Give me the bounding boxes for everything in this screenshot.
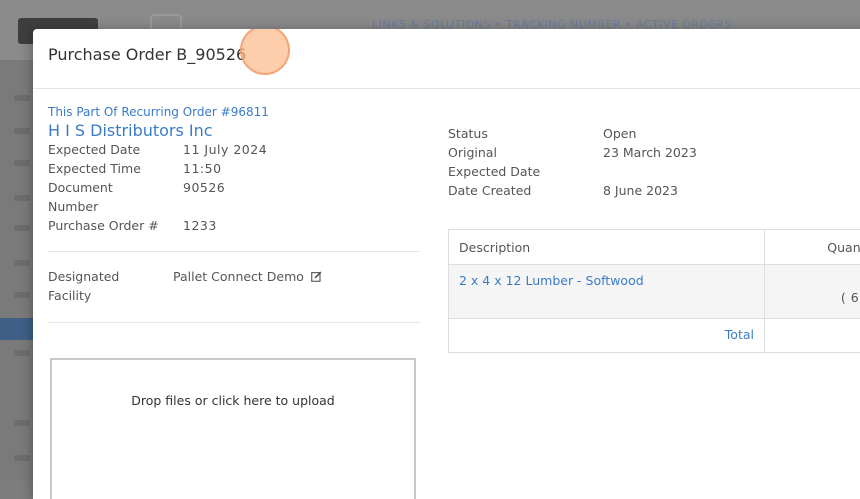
detail-label: Expected Time <box>48 161 141 176</box>
status-label: Status <box>448 126 488 141</box>
modal-header: Purchase Order B_90526 <box>33 29 860 89</box>
item-description-link[interactable]: 2 x 4 x 12 Lumber - Softwood <box>449 265 765 318</box>
column-header-description: Description <box>449 230 765 264</box>
status-row: Date Created 8 June 2023 <box>448 181 860 200</box>
detail-row: Purchase Order # 1233 <box>48 216 420 235</box>
detail-label: Document Number <box>48 180 113 214</box>
detail-row: Document Number 90526 <box>48 178 420 216</box>
divider <box>48 251 420 252</box>
sidebar-item <box>14 292 30 298</box>
table-footer: Total <box>449 319 860 352</box>
detail-row: Expected Time 11:50 <box>48 159 420 178</box>
table-row: 2 x 4 x 12 Lumber - Softwood ( 6.( <box>449 265 860 319</box>
order-details: This Part Of Recurring Order #96811 H I … <box>48 105 420 323</box>
order-status: Status Open Original Expected Date 23 Ma… <box>448 124 860 200</box>
sidebar <box>0 60 34 481</box>
file-dropzone[interactable]: Drop files or click here to upload <box>50 358 416 499</box>
detail-row: Expected Date 11 July 2024 <box>48 140 420 159</box>
detail-value: 90526 <box>183 180 226 195</box>
facility-value-wrap: Pallet Connect Demo <box>173 267 322 305</box>
sidebar-item <box>14 225 30 231</box>
column-header-quantity: Quanti <box>827 240 860 255</box>
sidebar-item <box>14 420 30 426</box>
recurring-order-link[interactable]: This Part Of Recurring Order #96811 <box>48 105 420 119</box>
sidebar-item <box>14 260 30 266</box>
detail-value: 11:50 <box>183 161 222 176</box>
facility-label: Designated Facility <box>48 269 120 303</box>
detail-value: 1233 <box>183 218 217 233</box>
divider <box>48 322 420 323</box>
sidebar-item <box>14 128 30 134</box>
detail-label: Purchase Order # <box>48 218 159 233</box>
sidebar-item <box>14 350 30 356</box>
dropzone-text: Drop files or click here to upload <box>131 393 335 408</box>
status-label: Date Created <box>448 183 532 198</box>
status-row: Original Expected Date 23 March 2023 <box>448 143 860 181</box>
status-value: 8 June 2023 <box>603 183 678 198</box>
detail-value: 11 July 2024 <box>183 142 268 157</box>
total-value <box>765 319 860 352</box>
table-header: Description Quanti <box>449 230 860 265</box>
status-label: Original Expected Date <box>448 145 541 179</box>
status-value: Open <box>603 126 637 141</box>
sidebar-item <box>14 455 30 461</box>
vendor-link[interactable]: H I S Distributors Inc <box>48 121 420 140</box>
sidebar-item <box>14 195 30 201</box>
cursor-highlight <box>240 29 290 75</box>
line-items-table: Description Quanti 2 x 4 x 12 Lumber - S… <box>448 229 860 353</box>
item-quantity: ( 6.( <box>840 290 860 305</box>
purchase-order-modal: Purchase Order B_90526 This Part Of Recu… <box>33 29 860 499</box>
facility-row: Designated Facility Pallet Connect Demo <box>48 267 420 305</box>
sidebar-item <box>14 95 30 101</box>
status-value: 23 March 2023 <box>603 145 697 160</box>
modal-title: Purchase Order B_90526 <box>48 45 247 64</box>
facility-value: Pallet Connect Demo <box>173 269 304 284</box>
status-row: Status Open <box>448 124 860 143</box>
sidebar-item <box>14 160 30 166</box>
edit-icon[interactable] <box>311 271 322 282</box>
sidebar-active-item <box>0 318 34 340</box>
detail-label: Expected Date <box>48 142 141 157</box>
total-label: Total <box>449 319 765 352</box>
